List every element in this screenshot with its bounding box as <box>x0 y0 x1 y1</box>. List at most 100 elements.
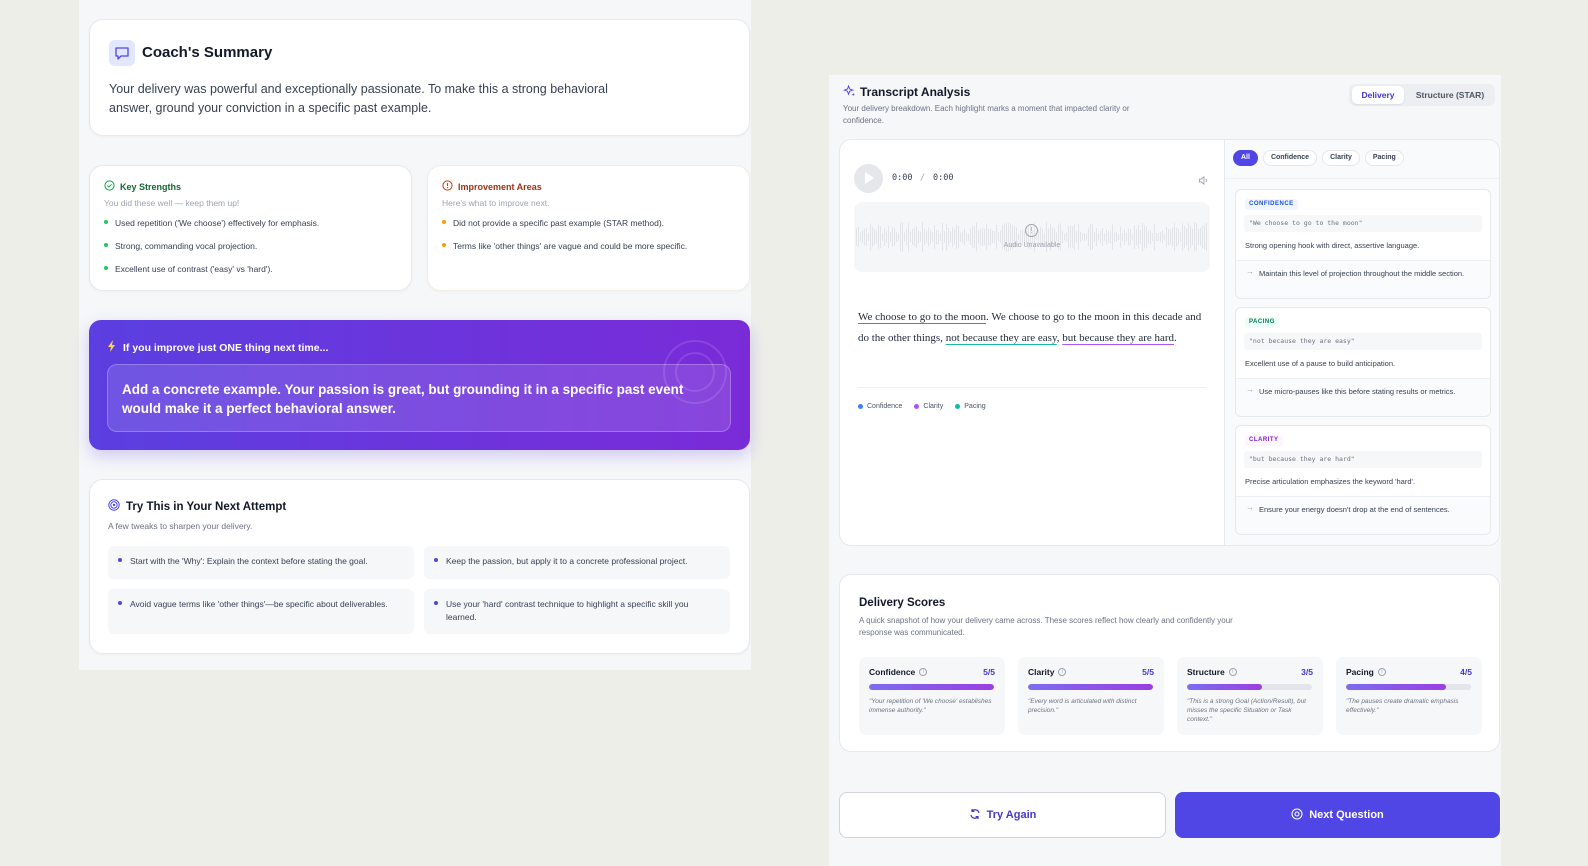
sparkles-icon <box>843 84 856 103</box>
filter-confidence[interactable]: Confidence <box>1262 150 1318 166</box>
waveform-bar <box>860 232 861 242</box>
score-value: 3/5 <box>1301 667 1313 677</box>
info-icon[interactable]: i <box>1058 668 1067 676</box>
score-bar <box>1028 684 1153 690</box>
one-thing-text: Add a concrete example. Your passion is … <box>122 382 684 416</box>
waveform-bar <box>868 233 869 241</box>
info-icon[interactable]: i <box>1228 668 1237 676</box>
audio-unavailable-label: Audio Unavailable <box>1003 242 1061 249</box>
waveform-bar <box>1066 232 1067 242</box>
current-time: 0:00 <box>892 173 913 183</box>
try-again-button[interactable]: Try Again <box>839 792 1166 838</box>
divider <box>1225 178 1499 179</box>
score-value: 5/5 <box>1142 667 1154 677</box>
list-item: Did not provide a specific past example … <box>442 216 687 239</box>
target-icon <box>108 499 120 514</box>
list-item: Terms like 'other things' are vague and … <box>442 239 687 262</box>
duration: 0:00 <box>933 173 954 183</box>
filter-clarity[interactable]: Clarity <box>1322 150 1360 166</box>
try-next-subtitle: A few tweaks to sharpen your delivery. <box>108 521 253 531</box>
score-quote: "Every word is articulated with distinct… <box>1028 698 1137 714</box>
waveform-bar <box>1080 231 1081 243</box>
info-icon[interactable]: i <box>919 668 928 676</box>
insight-card[interactable]: CLARITY "but because they are hard" Prec… <box>1235 425 1491 535</box>
insights-panel: All Confidence Clarity Pacing CONFIDENCE… <box>1224 140 1499 545</box>
refresh-icon <box>969 808 981 823</box>
transcript-highlight-pacing[interactable]: not because they are easy <box>946 332 1057 344</box>
waveform-bar <box>1126 232 1127 242</box>
score-bar-fill <box>1187 684 1262 690</box>
score-bar <box>1346 684 1471 690</box>
waveform-bar <box>1164 233 1165 241</box>
waveform-bar <box>896 231 897 243</box>
coach-summary-card: Coach's Summary Your delivery was powerf… <box>89 19 750 136</box>
insight-card[interactable]: CONFIDENCE "We choose to go to the moon"… <box>1235 189 1491 299</box>
tab-delivery[interactable]: Delivery <box>1352 86 1404 104</box>
score-quote: "Your repetition of 'We choose' establis… <box>869 698 992 714</box>
waveform-bar <box>1098 233 1099 241</box>
waveform-bar <box>1056 232 1057 242</box>
waveform-bar <box>968 233 969 241</box>
insight-tag: CONFIDENCE <box>1245 199 1298 210</box>
coach-summary-title: Coach's Summary <box>142 44 273 61</box>
waveform-bar <box>1160 231 1161 243</box>
highlight-legend: Confidence Clarity Pacing <box>858 403 986 410</box>
insight-tag: PACING <box>1245 317 1279 328</box>
info-icon[interactable]: i <box>1377 668 1386 676</box>
waveform-bar <box>1082 233 1083 241</box>
legend-label: Pacing <box>964 403 986 410</box>
try-next-title: Try This in Your Next Attempt <box>126 500 287 513</box>
alert-circle-icon <box>442 180 453 193</box>
divider <box>858 387 1206 388</box>
arrow-right-icon: → <box>1246 267 1254 276</box>
volume-icon[interactable] <box>1198 173 1209 191</box>
one-thing-heading: If you improve just ONE thing next time.… <box>107 340 328 355</box>
transcript-highlight-clarity[interactable]: but because they are hard <box>1062 332 1174 344</box>
waveform-bar <box>1116 232 1117 242</box>
check-circle-icon <box>104 180 115 193</box>
score-card-confidence: Confidence i 5/5 "Your repetition of 'We … <box>859 657 1005 735</box>
list-item: Excellent use of contrast ('easy' vs 'ha… <box>104 262 319 285</box>
tab-structure-star[interactable]: Structure (STAR) <box>1407 86 1493 104</box>
transcript-analysis-subtitle: Your delivery breakdown. Each highlight … <box>843 104 1130 125</box>
time-separator: / <box>920 173 926 183</box>
delivery-scores-title: Delivery Scores <box>859 597 946 609</box>
waveform-bar <box>1064 233 1065 241</box>
score-bar <box>1187 684 1312 690</box>
tip-item: Keep the passion, but apply it to a conc… <box>424 546 730 579</box>
score-quote: "The pauses create dramatic emphasis eff… <box>1346 698 1459 714</box>
insight-filters: All Confidence Clarity Pacing <box>1233 150 1404 166</box>
audio-waveform[interactable]: ! Audio Unavailable <box>854 202 1210 272</box>
filter-pacing[interactable]: Pacing <box>1364 150 1404 166</box>
waveform-bar <box>890 232 891 242</box>
waveform-bar <box>1158 233 1159 241</box>
key-strengths-header: Key Strengths <box>104 180 181 193</box>
legend-item-confidence: Confidence <box>858 403 902 410</box>
strengths-list: Used repetition ('We choose') effectivel… <box>104 216 319 285</box>
arrow-right-icon: → <box>1246 385 1254 394</box>
insight-card[interactable]: PACING "not because they are easy" Excel… <box>1235 307 1491 417</box>
analysis-panel: Transcript Analysis Your delivery breakd… <box>829 75 1501 866</box>
waveform-bar <box>904 232 905 242</box>
next-question-button[interactable]: Next Question <box>1175 792 1500 838</box>
waveform-bar <box>1044 232 1045 242</box>
delivery-scores-card: Delivery Scores A quick snapshot of how … <box>839 574 1500 752</box>
list-item: Strong, commanding vocal projection. <box>104 239 319 262</box>
waveform-bar <box>966 232 967 242</box>
score-value: 5/5 <box>983 667 995 677</box>
waveform-bars <box>856 222 1207 252</box>
transcript-highlight-confidence[interactable]: We choose to go to the moon <box>858 311 986 323</box>
waveform-bar <box>898 233 899 241</box>
waveform-bar <box>1114 232 1115 242</box>
play-button[interactable] <box>854 164 883 193</box>
tip-item: Avoid vague terms like 'other things'—be… <box>108 589 414 634</box>
insight-tip-text: Ensure your energy doesn't drop at the e… <box>1259 505 1450 514</box>
score-value: 4/5 <box>1460 667 1472 677</box>
insight-observation: Precise articulation emphasizes the keyw… <box>1245 477 1416 486</box>
score-bar-fill <box>869 684 994 690</box>
transcript-analysis-title: Transcript Analysis <box>860 85 971 99</box>
waveform-bar <box>882 233 883 241</box>
waveform-bar <box>1122 232 1123 242</box>
filter-all[interactable]: All <box>1233 150 1258 166</box>
insight-tip: → Ensure your energy doesn't drop at the… <box>1236 496 1490 534</box>
